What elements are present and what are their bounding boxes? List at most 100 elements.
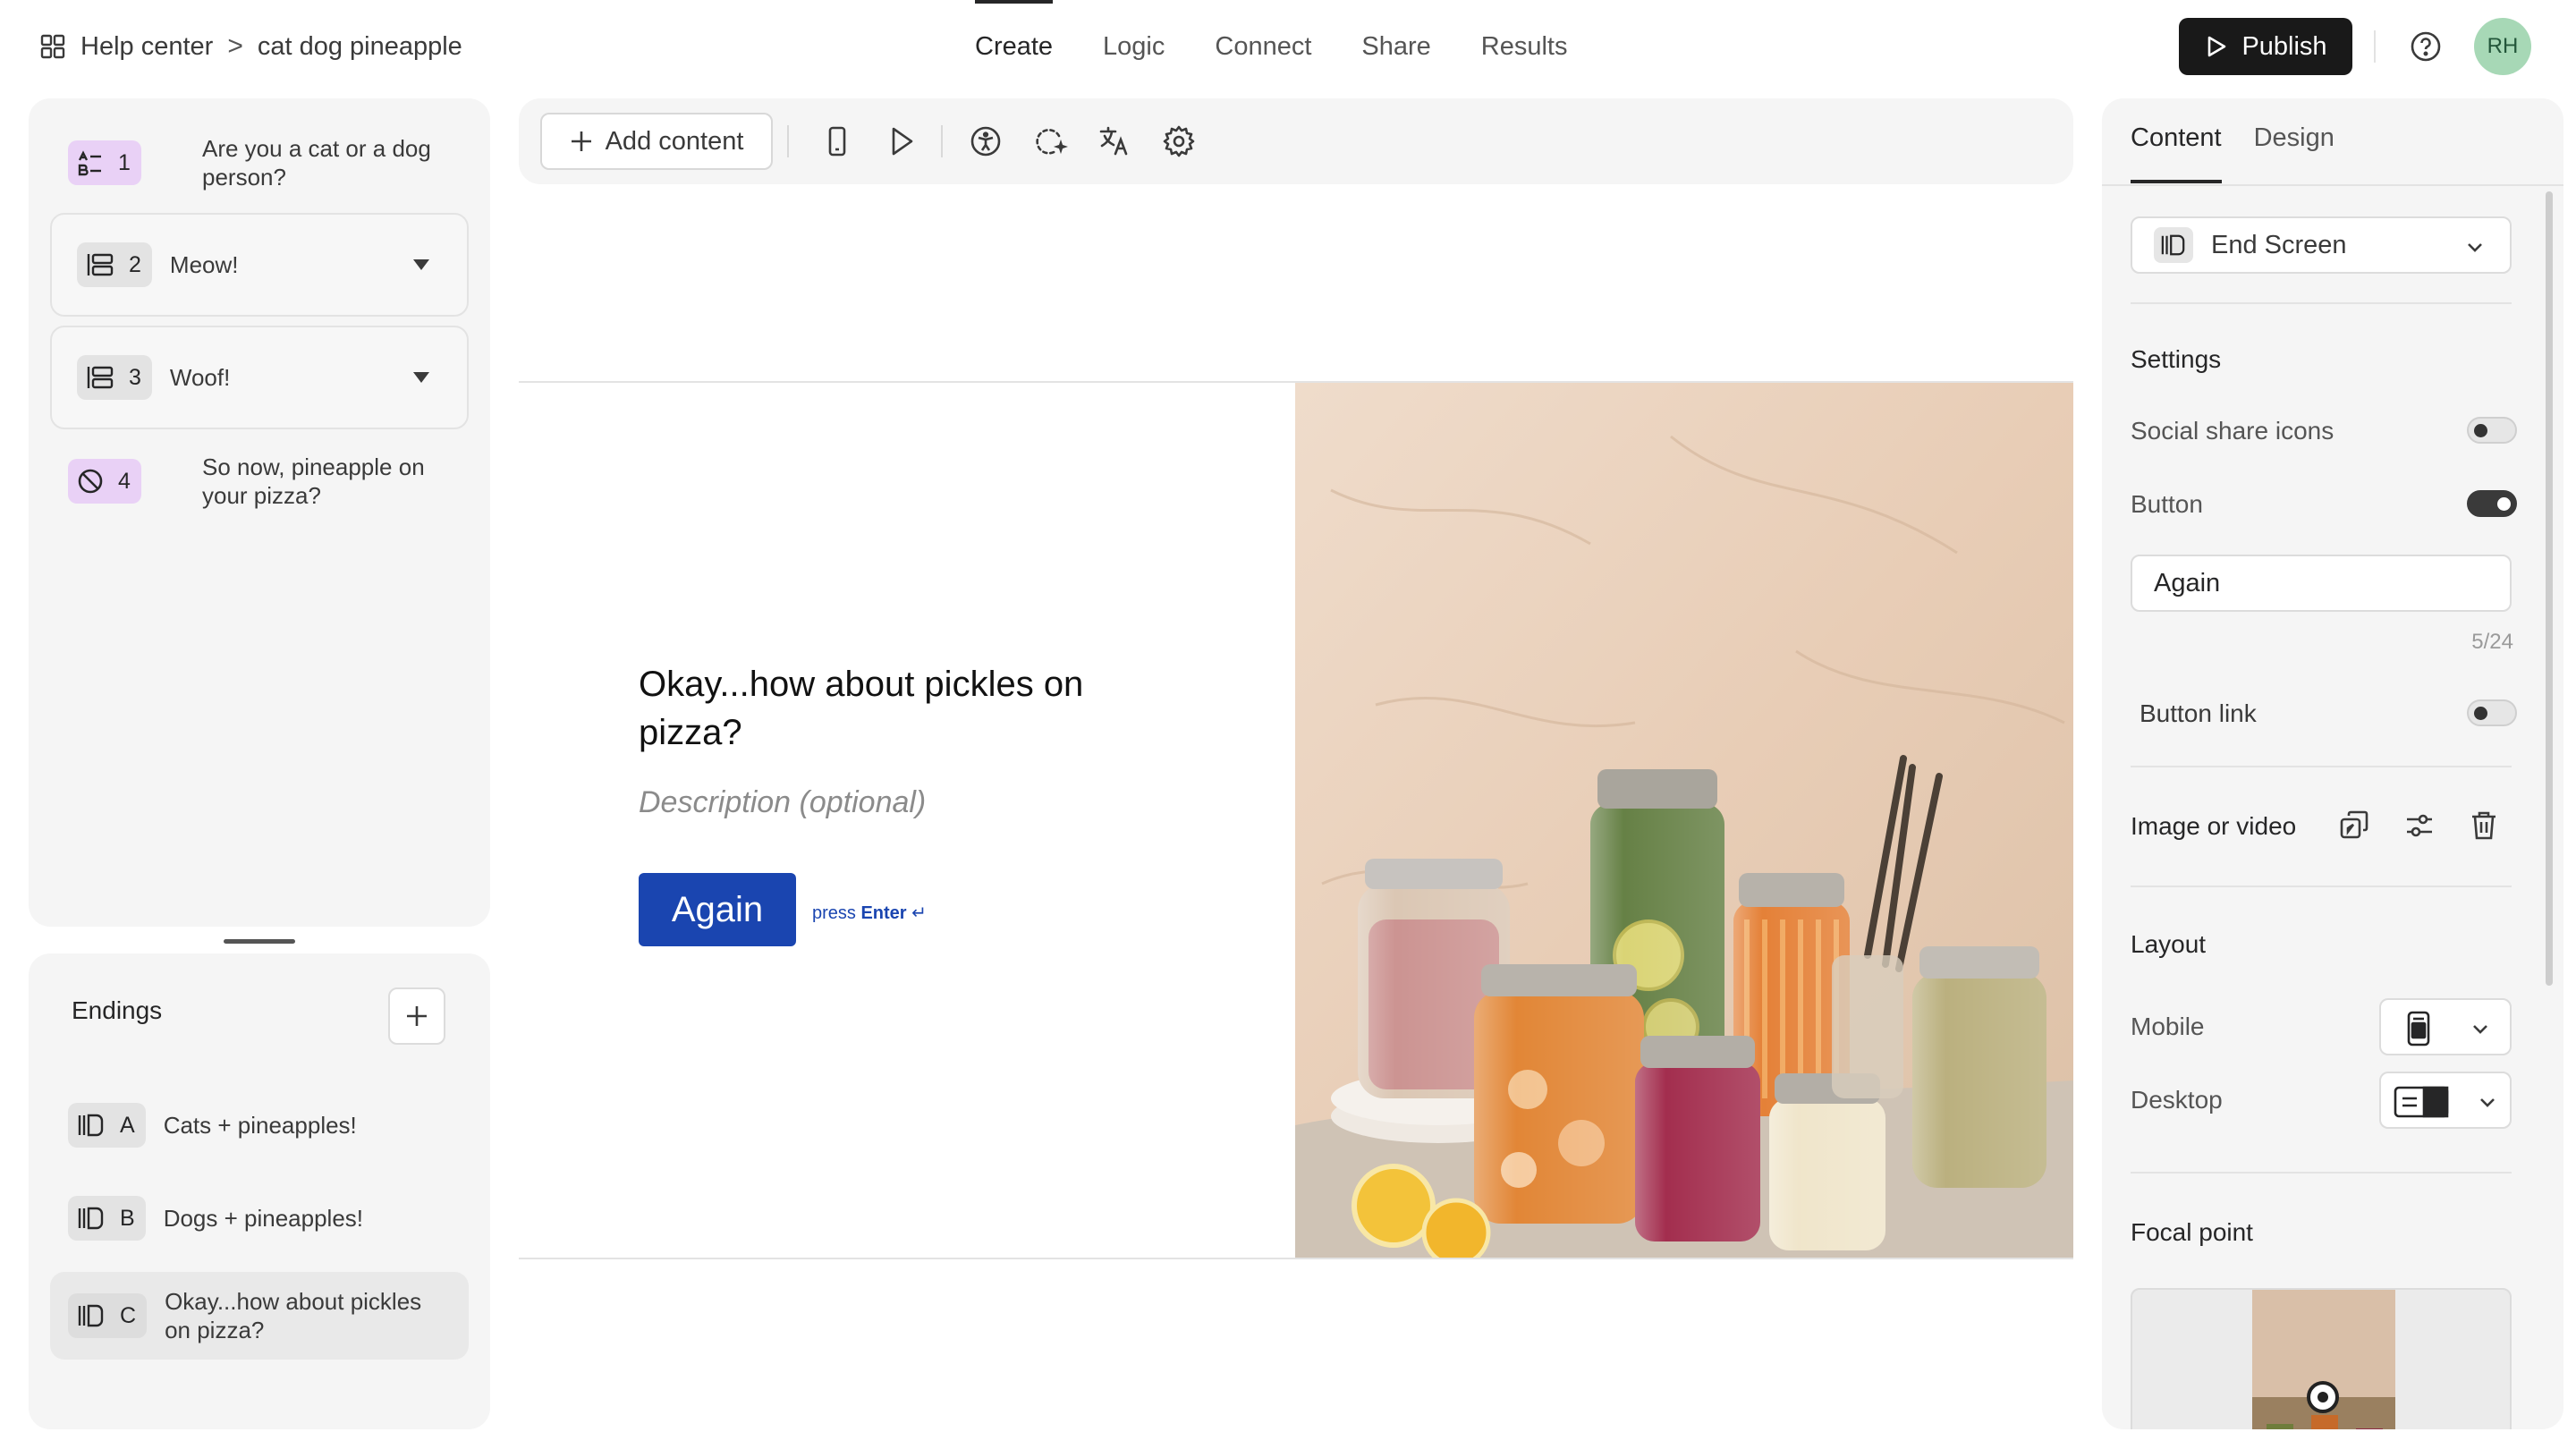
button-link-toggle[interactable]: [2467, 699, 2517, 726]
image-or-video-heading: Image or video: [2131, 812, 2297, 840]
settings-heading: Settings: [2131, 345, 2222, 373]
social-share-toggle[interactable]: [2467, 417, 2517, 444]
panel-scrollbar[interactable]: [2546, 191, 2553, 986]
multiple-choice-icon: [78, 150, 101, 176]
tab-create[interactable]: Create: [975, 0, 1054, 93]
mobile-layout-label: Mobile: [2131, 1013, 2205, 1040]
endings-title: Endings: [72, 996, 163, 1024]
play-icon: [2208, 36, 2226, 57]
chevron-down-icon: [2480, 1098, 2495, 1107]
section-divider: [2131, 302, 2512, 304]
top-bar: Help center > cat dog pineapple Create L…: [0, 0, 2576, 93]
question-label: So now, pineapple on your pizza?: [202, 453, 425, 509]
group-icon: [87, 253, 114, 276]
ending-label: Dogs + pineapples!: [163, 1205, 364, 1232]
preview-description[interactable]: Description (optional): [639, 785, 926, 820]
settings-gear-icon[interactable]: [1161, 123, 1197, 159]
breadcrumb: Help center > cat dog pineapple: [39, 29, 462, 64]
breadcrumb-current[interactable]: cat dog pineapple: [258, 32, 462, 62]
breadcrumb-separator: >: [227, 31, 243, 61]
end-screen-preview: [519, 383, 1295, 1258]
end-screen-icon: [78, 1114, 104, 1137]
focal-point-picker[interactable]: [2131, 1288, 2512, 1429]
question-badge: 3: [77, 355, 152, 400]
breadcrumb-root-link[interactable]: Help center: [80, 32, 213, 62]
translate-icon[interactable]: [1097, 123, 1132, 159]
tabs-divider: [2102, 184, 2563, 186]
button-label: Button: [2131, 490, 2203, 518]
question-badge: 1: [68, 140, 141, 185]
apps-grid-icon[interactable]: [39, 33, 66, 60]
add-content-button[interactable]: Add content: [540, 113, 773, 170]
play-preview-icon[interactable]: [884, 123, 919, 159]
section-divider: [2131, 1172, 2512, 1174]
question-item-4[interactable]: 4 So now, pineapple on your pizza?: [50, 449, 469, 513]
canvas-bottom-border: [519, 1258, 2073, 1259]
question-item-2[interactable]: 2 Meow!: [50, 213, 469, 317]
chevron-down-icon: [2473, 1025, 2487, 1034]
question-label: Meow!: [169, 251, 239, 278]
tab-share[interactable]: Share: [1361, 0, 1430, 93]
questions-panel: 1 Are you a cat or a dog person? 2 Meow!…: [29, 98, 490, 927]
ending-badge: B: [68, 1196, 146, 1241]
button-text-input[interactable]: Again: [2131, 555, 2512, 612]
add-ending-button[interactable]: [388, 987, 445, 1045]
desktop-layout-select[interactable]: [2379, 1072, 2512, 1129]
block-type-badge: [2154, 227, 2193, 263]
user-avatar[interactable]: RH: [2474, 18, 2531, 75]
properties-tabs: Content Design: [2131, 123, 2334, 183]
end-screen-icon: [78, 1207, 104, 1230]
mobile-layout-icon: [2407, 1011, 2430, 1046]
tab-connect[interactable]: Connect: [1215, 0, 1311, 93]
ai-assist-icon[interactable]: [1032, 123, 1068, 159]
block-type-value: End Screen: [2211, 230, 2347, 259]
chevron-down-icon: [2468, 243, 2482, 252]
question-item-1[interactable]: 1 Are you a cat or a dog person?: [50, 131, 469, 195]
no-symbol-icon: [78, 469, 103, 494]
character-counter: 5/24: [2471, 630, 2513, 654]
end-screen-icon: [2161, 234, 2185, 256]
question-label: Are you a cat or a dog person?: [202, 135, 431, 191]
mobile-layout-select[interactable]: [2379, 998, 2512, 1055]
adjust-sliders-icon[interactable]: [2402, 809, 2436, 843]
end-screen-icon: [78, 1304, 104, 1327]
ending-item-a[interactable]: A Cats + pineapples!: [50, 1100, 469, 1150]
header-divider: [2374, 30, 2376, 63]
mobile-preview-icon[interactable]: [819, 123, 855, 159]
button-toggle[interactable]: [2467, 490, 2517, 517]
publish-button[interactable]: Publish: [2179, 18, 2352, 75]
ending-label: Okay...how about pickles on pizza?: [165, 1288, 422, 1343]
group-icon: [87, 366, 114, 389]
desktop-layout-label: Desktop: [2131, 1086, 2223, 1114]
preview-again-button[interactable]: Again: [639, 873, 796, 946]
question-item-3[interactable]: 3 Woof!: [50, 326, 469, 429]
tab-results[interactable]: Results: [1481, 0, 1568, 93]
trash-icon[interactable]: [2467, 809, 2501, 843]
tab-design[interactable]: Design: [2254, 123, 2334, 183]
accessibility-icon[interactable]: [968, 123, 1004, 159]
ending-item-b[interactable]: B Dogs + pineapples!: [50, 1193, 469, 1243]
question-badge: 4: [68, 459, 141, 504]
add-media-icon[interactable]: [2338, 809, 2372, 843]
editor-toolbar: Add content: [519, 98, 2073, 184]
section-divider: [2131, 886, 2512, 887]
enter-key-icon: ↵: [911, 903, 927, 923]
section-divider: [2131, 766, 2512, 767]
social-share-label: Social share icons: [2131, 417, 2334, 445]
tab-content[interactable]: Content: [2131, 123, 2222, 183]
expand-caret-icon[interactable]: [413, 259, 429, 270]
help-icon[interactable]: [2410, 30, 2442, 63]
panel-resize-handle[interactable]: [224, 939, 295, 944]
button-link-label: Button link: [2140, 699, 2257, 727]
expand-caret-icon[interactable]: [413, 372, 429, 383]
ending-badge: C: [68, 1293, 148, 1338]
block-type-select[interactable]: End Screen: [2131, 216, 2512, 274]
publish-label: Publish: [2241, 31, 2327, 61]
preview-title[interactable]: Okay...how about pickles on pizza?: [639, 660, 1140, 757]
ending-item-c[interactable]: C Okay...how about pickles on pizza?: [50, 1272, 469, 1360]
desktop-layout-icon: [2394, 1086, 2449, 1118]
toolbar-divider: [787, 125, 789, 157]
tab-logic[interactable]: Logic: [1103, 0, 1165, 93]
focal-point-heading: Focal point: [2131, 1218, 2253, 1246]
main-nav: Create Logic Connect Share Results: [975, 0, 1567, 93]
